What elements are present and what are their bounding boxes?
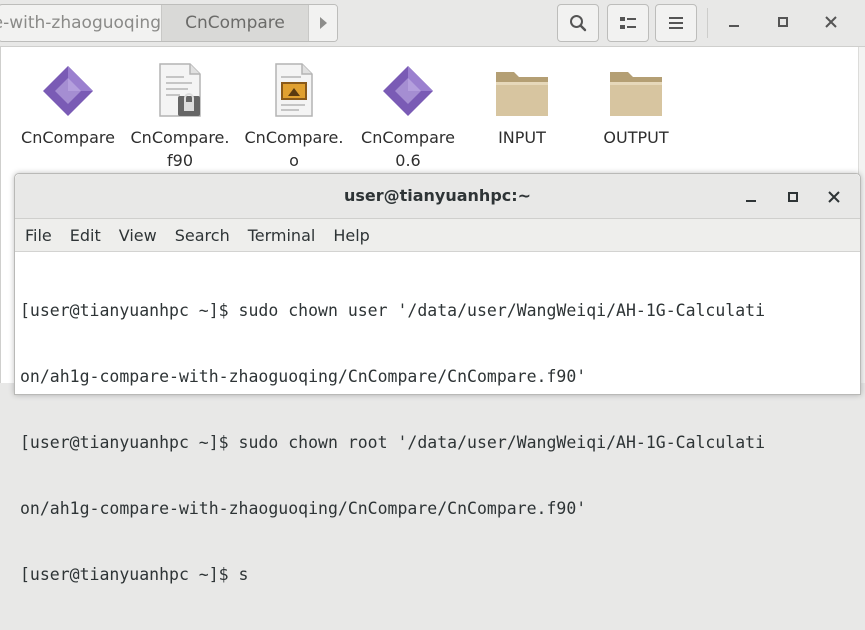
file-name: CnCompare. f90 [126,126,234,172]
maximize-icon [778,17,788,27]
file-manager-header: pare-with-zhaoguoqing CnCompare [0,0,865,47]
folder-name: OUTPUT [603,128,669,147]
close-icon [825,16,837,28]
file-name: CnCompare 0.6 [354,126,462,172]
folder-icon [496,72,548,116]
terminal-line: on/ah1g-compare-with-zhaoguoqing/CnCompa… [20,499,587,518]
file-item-cncompare-o[interactable]: CnCompare. o [240,58,348,172]
file-name-line1: CnCompare [361,128,455,147]
terminal-line: [user@tianyuanhpc ~]$ s [20,565,249,584]
terminal-line: [user@tianyuanhpc ~]$ sudo chown root '/… [20,433,766,452]
file-item-cncompare-f90[interactable]: CnCompare. f90 [126,58,234,172]
menu-help[interactable]: Help [325,226,377,245]
terminal-close-button[interactable] [823,186,845,208]
file-name-line1: CnCompare. [244,128,344,147]
folder-item-output[interactable]: OUTPUT [582,58,690,149]
breadcrumb-current[interactable]: CnCompare [162,5,309,41]
folder-icon [610,72,662,116]
file-name-line2: 0.6 [395,151,421,170]
terminal-maximize-button[interactable] [782,186,804,208]
terminal-line: on/ah1g-compare-with-zhaoguoqing/CnCompa… [20,367,587,386]
close-icon [828,191,840,203]
menu-terminal[interactable]: Terminal [240,226,324,245]
minimize-button[interactable] [722,10,746,34]
list-view-icon [620,17,636,29]
breadcrumb-forward-button[interactable] [309,5,337,41]
terminal-title: user@tianyuanhpc:~ [343,186,532,205]
object-file-icon [275,63,313,117]
hamburger-menu-icon [669,17,683,29]
terminal-line: [user@tianyuanhpc ~]$ sudo chown user '/… [20,301,766,320]
minimize-icon [729,25,739,27]
chevron-right-icon [319,17,327,29]
search-button[interactable] [557,4,599,42]
maximize-icon [788,192,798,202]
text-file-locked-icon [159,63,201,117]
maximize-button[interactable] [771,10,795,34]
menu-file[interactable]: File [17,226,60,245]
file-name-line1: CnCompare. [130,128,230,147]
file-name-line2: f90 [167,151,193,170]
minimize-icon [746,200,756,202]
file-name: CnCompare. o [240,126,348,172]
breadcrumb-parent[interactable]: pare-with-zhaoguoqing [0,5,162,41]
terminal-titlebar[interactable]: user@tianyuanhpc:~ [15,174,860,219]
menu-view[interactable]: View [111,226,165,245]
executable-icon [383,66,433,116]
menu-edit[interactable]: Edit [62,226,109,245]
file-name-line2: o [289,151,299,170]
search-icon [570,15,587,32]
view-toggle-button[interactable] [607,4,649,42]
file-name: CnCompare [21,128,115,147]
terminal-menubar: File Edit View Search Terminal Help [15,219,860,252]
breadcrumb-parent-label: pare-with-zhaoguoqing [0,13,161,33]
terminal-window: user@tianyuanhpc:~ File Edit View Search… [14,173,861,584]
header-separator [707,8,708,38]
terminal-output[interactable]: [user@tianyuanhpc ~]$ sudo chown user '/… [15,252,860,630]
folder-item-input[interactable]: INPUT [468,58,576,149]
breadcrumb: pare-with-zhaoguoqing CnCompare [0,4,338,42]
executable-icon [43,66,93,116]
file-item-cncompare-0-6[interactable]: CnCompare 0.6 [354,58,462,172]
menu-button[interactable] [655,4,697,42]
folder-name: INPUT [498,128,546,147]
file-item-cncompare[interactable]: CnCompare [14,58,122,149]
terminal-minimize-button[interactable] [740,186,762,208]
menu-search[interactable]: Search [167,226,238,245]
close-button[interactable] [819,10,843,34]
